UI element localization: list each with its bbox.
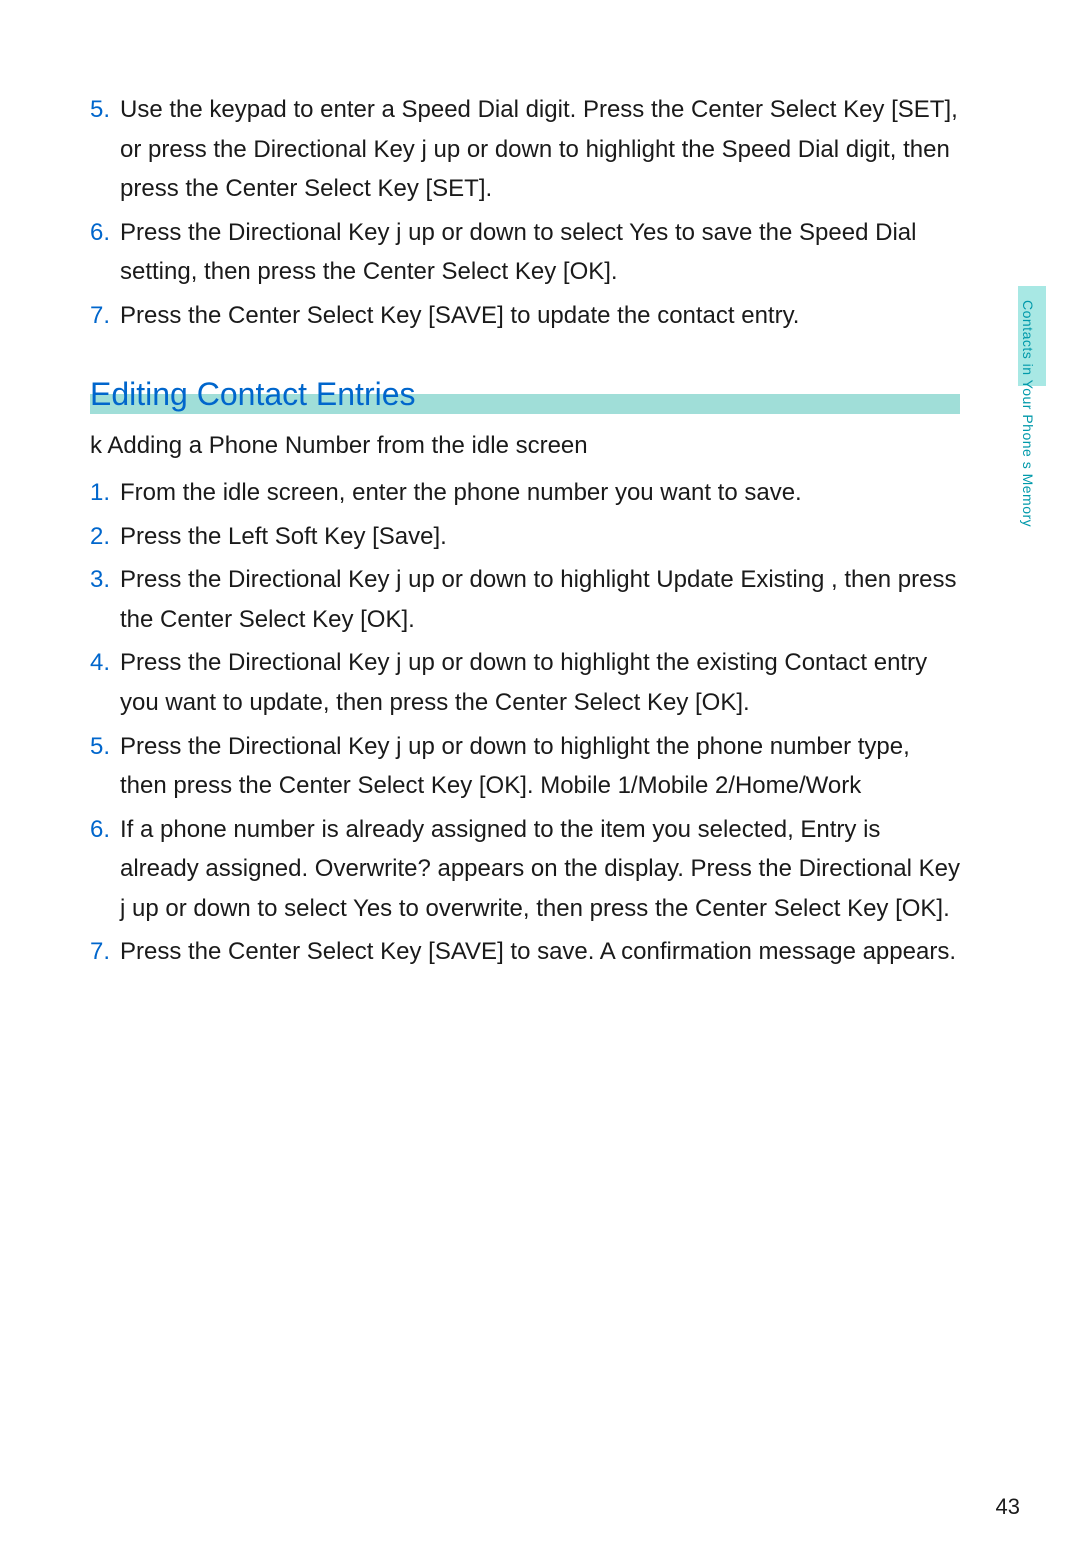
list-text: Press the Directional Key j up or down t… (120, 560, 960, 639)
list-number: 5. (90, 727, 120, 806)
list-item: 7. Press the Center Select Key [SAVE] to… (90, 296, 960, 336)
list-item: 7. Press the Center Select Key [SAVE] to… (90, 932, 960, 972)
list-item: 3. Press the Directional Key j up or dow… (90, 560, 960, 639)
list-text: Press the Center Select Key [SAVE] to sa… (120, 932, 960, 972)
list-number: 6. (90, 810, 120, 929)
list-number: 5. (90, 90, 120, 209)
section-heading: Editing Contact Entries (90, 376, 960, 413)
list-item: 4. Press the Directional Key j up or dow… (90, 643, 960, 722)
list-text: Press the Directional Key j up or down t… (120, 727, 960, 806)
side-tab-label: Contacts in Your Phone s Memory (1016, 290, 1040, 537)
list-item: 5. Use the keypad to enter a Speed Dial … (90, 90, 960, 209)
list-number: 3. (90, 560, 120, 639)
list-item: 1. From the idle screen, enter the phone… (90, 473, 960, 513)
list-number: 1. (90, 473, 120, 513)
list-number: 7. (90, 932, 120, 972)
subheading: k Adding a Phone Number from the idle sc… (90, 427, 960, 465)
list-number: 6. (90, 213, 120, 292)
list-item: 6. Press the Directional Key j up or dow… (90, 213, 960, 292)
list-text: If a phone number is already assigned to… (120, 810, 960, 929)
list-number: 4. (90, 643, 120, 722)
list-text: Press the Center Select Key [SAVE] to up… (120, 296, 960, 336)
list-item: 5. Press the Directional Key j up or dow… (90, 727, 960, 806)
page-number: 43 (996, 1494, 1020, 1520)
list-number: 7. (90, 296, 120, 336)
list-number: 2. (90, 517, 120, 557)
list-item: 6. If a phone number is already assigned… (90, 810, 960, 929)
bottom-ordered-list: 1. From the idle screen, enter the phone… (90, 473, 960, 972)
list-text: Press the Directional Key j up or down t… (120, 213, 960, 292)
top-ordered-list: 5. Use the keypad to enter a Speed Dial … (90, 90, 960, 336)
list-text: From the idle screen, enter the phone nu… (120, 473, 960, 513)
list-item: 2. Press the Left Soft Key [Save]. (90, 517, 960, 557)
section-heading-wrap: Editing Contact Entries (90, 376, 960, 413)
page-content: 5. Use the keypad to enter a Speed Dial … (90, 90, 960, 972)
list-text: Press the Directional Key j up or down t… (120, 643, 960, 722)
list-text: Use the keypad to enter a Speed Dial dig… (120, 90, 960, 209)
list-text: Press the Left Soft Key [Save]. (120, 517, 960, 557)
